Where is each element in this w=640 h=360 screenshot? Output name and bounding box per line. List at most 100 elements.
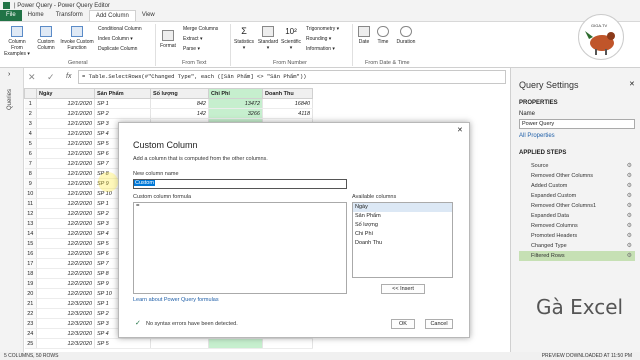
gear-icon[interactable]: ⚙ (627, 191, 632, 201)
column-header-chi-phi[interactable]: Chi Phí (208, 88, 263, 99)
available-column-item[interactable]: Doanh Thu (353, 239, 452, 248)
custom-column-button[interactable]: Custom Column (34, 26, 58, 51)
table-cell[interactable]: 12/3/2020 (36, 298, 95, 309)
column-header-doanh-thu[interactable]: Doanh Thu (262, 88, 313, 99)
table-cell[interactable]: SP 2 (94, 108, 151, 119)
gear-icon[interactable]: ⚙ (627, 231, 632, 241)
invoke-custom-function-button[interactable]: Invoke Custom Function (60, 26, 94, 51)
table-cell[interactable]: 12/1/2020 (36, 158, 95, 169)
applied-step[interactable]: Expanded Data ⚙ (519, 211, 635, 221)
table-cell[interactable]: 12/2/2020 (36, 208, 95, 219)
table-cell[interactable]: 12/2/2020 (36, 288, 95, 299)
table-cell[interactable]: 12/1/2020 (36, 128, 95, 139)
column-header-san-pham[interactable]: Sản Phẩm (94, 88, 151, 99)
gear-icon[interactable]: ⚙ (627, 171, 632, 181)
table-cell[interactable]: 12/2/2020 (36, 238, 95, 249)
dialog-close-icon[interactable]: ✕ (457, 126, 463, 134)
table-cell[interactable]: 12/2/2020 (36, 268, 95, 279)
applied-step[interactable]: Removed Columns ⚙ (519, 221, 635, 231)
table-cell[interactable]: 12/2/2020 (36, 278, 95, 289)
table-cell[interactable]: 12/1/2020 (36, 118, 95, 129)
table-cell[interactable]: 142 (150, 108, 209, 119)
applied-step[interactable]: Source ⚙ (519, 161, 635, 171)
duration-button[interactable]: Duration (394, 26, 418, 45)
table-cell[interactable]: 12/2/2020 (36, 248, 95, 259)
cancel-button[interactable]: Cancel (425, 319, 453, 329)
confirm-check-icon[interactable]: ✓ (47, 72, 55, 83)
available-column-item[interactable]: Chi Phí (353, 230, 452, 239)
extract-button[interactable]: Extract ▾ (183, 36, 202, 42)
query-name-input[interactable]: Power Query (519, 119, 635, 129)
table-cell[interactable]: 12/1/2020 (36, 168, 95, 179)
standard-button[interactable]: Standard ▾ (257, 26, 279, 51)
tab-add-column[interactable]: Add Column (88, 10, 136, 21)
applied-step[interactable]: Filtered Rows ⚙ (519, 251, 635, 261)
table-cell[interactable]: 12/2/2020 (36, 258, 95, 269)
conditional-column-button[interactable]: Conditional Column (98, 26, 142, 32)
tab-transform[interactable]: Transform (50, 10, 89, 21)
trigonometry-button[interactable]: Trigonometry ▾ (306, 26, 339, 32)
index-column-button[interactable]: Index Column ▾ (98, 36, 133, 42)
table-cell[interactable]: SP 5 (94, 338, 151, 349)
gear-icon[interactable]: ⚙ (627, 251, 632, 261)
available-columns-list[interactable]: Ngày Sản Phẩm Số lượng Chi Phí Doanh Thu (352, 202, 453, 278)
gear-icon[interactable]: ⚙ (627, 161, 632, 171)
learn-formulas-link[interactable]: Learn about Power Query formulas (133, 297, 219, 303)
formula-editor[interactable]: = (133, 202, 347, 294)
merge-columns-button[interactable]: Merge Columns (183, 26, 218, 32)
table-cell[interactable] (208, 338, 263, 349)
table-cell[interactable]: 12/2/2020 (36, 228, 95, 239)
table-cell[interactable]: 12/2/2020 (36, 198, 95, 209)
table-cell[interactable]: 12/2/2020 (36, 218, 95, 229)
table-row[interactable]: 1 12/1/2020 SP 1 842 13472 16840 (24, 98, 313, 109)
table-cell[interactable]: 13472 (208, 98, 263, 109)
new-column-name-input[interactable]: Custom (133, 179, 347, 189)
rounding-button[interactable]: Rounding ▾ (306, 36, 331, 42)
information-button[interactable]: Information ▾ (306, 46, 335, 52)
formula-bar[interactable]: = Table.SelectRows(#"Changed Type", each… (78, 70, 506, 84)
table-cell[interactable]: 12/1/2020 (36, 98, 95, 109)
duplicate-column-button[interactable]: Duplicate Column (98, 46, 137, 52)
applied-step[interactable]: Changed Type ⚙ (519, 241, 635, 251)
ok-button[interactable]: OK (391, 319, 415, 329)
table-cell[interactable]: 12/1/2020 (36, 188, 95, 199)
table-cell[interactable]: 12/3/2020 (36, 338, 95, 349)
table-cell[interactable]: 842 (150, 98, 209, 109)
table-cell[interactable]: 12/1/2020 (36, 148, 95, 159)
cancel-x-icon[interactable]: ✕ (28, 72, 36, 83)
gear-icon[interactable]: ⚙ (627, 221, 632, 231)
scientific-button[interactable]: 10² Scientific ▾ (280, 26, 302, 51)
table-cell[interactable]: 12/1/2020 (36, 178, 95, 189)
available-column-item[interactable]: Sản Phẩm (353, 212, 452, 221)
available-column-item[interactable]: Số lượng (353, 221, 452, 230)
close-pane-icon[interactable]: ✕ (629, 80, 635, 88)
tab-file[interactable]: File (0, 10, 22, 21)
all-properties-link[interactable]: All Properties (519, 133, 555, 139)
table-cell[interactable]: 12/3/2020 (36, 308, 95, 319)
table-cell[interactable]: 12/3/2020 (36, 318, 95, 329)
table-cell[interactable]: 4118 (262, 108, 313, 119)
statistics-button[interactable]: Σ Statistics ▾ (233, 26, 255, 51)
column-header-ngay[interactable]: Ngày (36, 88, 95, 99)
applied-step[interactable]: Promoted Headers ⚙ (519, 231, 635, 241)
table-cell[interactable]: 3266 (208, 108, 263, 119)
table-cell[interactable]: 12/3/2020 (36, 328, 95, 339)
tab-home[interactable]: Home (22, 10, 50, 21)
table-row[interactable]: 25 12/3/2020 SP 5 (24, 338, 313, 349)
gear-icon[interactable]: ⚙ (627, 201, 632, 211)
time-button[interactable]: Time (375, 26, 391, 45)
applied-step[interactable]: Removed Other Columns1 ⚙ (519, 201, 635, 211)
available-column-item[interactable]: Ngày (353, 203, 452, 212)
expand-chevron-icon[interactable]: › (8, 71, 10, 78)
queries-pane-collapsed[interactable]: › Queries (0, 68, 24, 352)
insert-button[interactable]: << Insert (381, 284, 425, 294)
table-cell[interactable] (150, 338, 209, 349)
gear-icon[interactable]: ⚙ (627, 211, 632, 221)
table-cell[interactable]: 12/1/2020 (36, 108, 95, 119)
column-header-so-luong[interactable]: Số lượng (150, 88, 209, 99)
gear-icon[interactable]: ⚙ (627, 241, 632, 251)
date-button[interactable]: Date (356, 26, 372, 45)
applied-step[interactable]: Expanded Custom ⚙ (519, 191, 635, 201)
parse-button[interactable]: Parse ▾ (183, 46, 200, 52)
table-cell[interactable] (262, 338, 313, 349)
